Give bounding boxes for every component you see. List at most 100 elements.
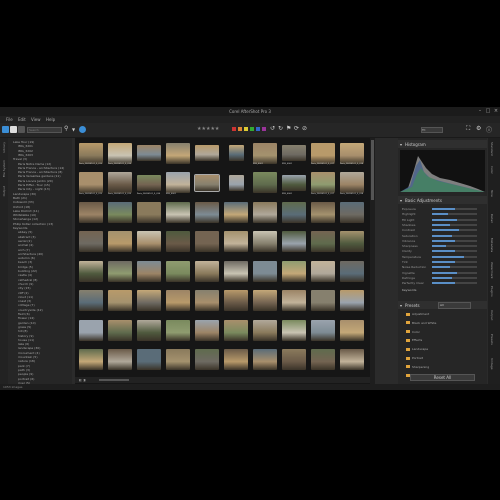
photo-thumbnail[interactable] xyxy=(137,174,161,191)
photo-thumbnail[interactable] xyxy=(108,260,132,282)
photo-thumbnail[interactable] xyxy=(108,231,132,252)
photo-thumbnail[interactable] xyxy=(311,201,335,223)
photo-thumbnail[interactable] xyxy=(340,172,364,193)
minimize-icon[interactable]: – xyxy=(476,108,484,114)
right-tab[interactable]: Presets xyxy=(490,334,494,345)
tab-output[interactable]: Output xyxy=(2,186,6,196)
photo-thumbnail[interactable] xyxy=(282,349,306,370)
adjustment-slider[interactable] xyxy=(432,229,477,232)
photo-thumbnail[interactable] xyxy=(340,349,364,370)
photo-thumbnail[interactable] xyxy=(166,172,190,193)
photo-thumbnail[interactable] xyxy=(79,201,103,223)
photo-thumbnail[interactable] xyxy=(108,319,132,341)
preset-folder[interactable]: Portrait xyxy=(406,356,423,360)
preset-folder[interactable]: Black and White xyxy=(406,321,436,325)
photo-thumbnail[interactable] xyxy=(253,260,277,282)
photo-thumbnail[interactable] xyxy=(253,319,277,341)
presets-header[interactable]: ▾ Presets All xyxy=(398,301,487,309)
adjustment-slider[interactable] xyxy=(432,208,477,210)
close-icon[interactable]: × xyxy=(492,108,500,114)
right-tab[interactable]: Standard xyxy=(490,142,494,156)
photo-thumbnail[interactable] xyxy=(228,145,244,161)
tab-file-system[interactable]: File System xyxy=(2,160,6,177)
zoom-select[interactable]: Fit xyxy=(421,127,443,133)
menu-edit[interactable]: Edit xyxy=(18,117,26,122)
photo-thumbnail[interactable] xyxy=(282,174,306,191)
photo-thumbnail[interactable] xyxy=(137,231,161,252)
photo-thumbnail[interactable] xyxy=(282,145,306,161)
preset-folder[interactable]: Sharpening xyxy=(406,365,429,369)
photo-thumbnail[interactable] xyxy=(311,172,335,193)
color-label-purple[interactable] xyxy=(262,127,266,131)
photo-thumbnail[interactable] xyxy=(194,173,220,192)
photo-thumbnail[interactable] xyxy=(253,142,277,164)
photo-thumbnail[interactable] xyxy=(311,142,335,164)
panel-splitter[interactable] xyxy=(375,138,395,384)
photo-thumbnail[interactable] xyxy=(137,145,161,161)
adjustment-slider[interactable] xyxy=(432,261,477,263)
right-tab[interactable]: Watermark xyxy=(490,262,494,279)
photo-thumbnail[interactable] xyxy=(108,142,132,164)
menu-help[interactable]: Help xyxy=(46,117,55,122)
photo-thumbnail[interactable] xyxy=(166,201,190,223)
photo-thumbnail[interactable] xyxy=(340,319,364,341)
adjustment-slider[interactable] xyxy=(432,245,477,248)
histogram-header[interactable]: ▾ Histogram xyxy=(398,140,487,148)
photo-thumbnail[interactable] xyxy=(311,290,335,311)
preset-folder[interactable]: Landscape xyxy=(406,347,428,351)
scrollbar-thumb[interactable] xyxy=(371,140,374,200)
search-input[interactable] xyxy=(27,127,62,133)
photo-thumbnail[interactable] xyxy=(282,319,306,341)
single-view-icon[interactable] xyxy=(10,126,17,133)
photo-thumbnail[interactable] xyxy=(108,172,132,193)
color-label-orange[interactable] xyxy=(238,127,242,131)
globe-icon[interactable] xyxy=(79,126,86,133)
adjustment-slider[interactable] xyxy=(432,239,477,242)
photo-thumbnail[interactable] xyxy=(166,290,190,311)
right-tab[interactable]: Color xyxy=(490,166,494,174)
rotate-left-icon[interactable]: ↺ xyxy=(270,125,275,132)
photo-thumbnail[interactable] xyxy=(166,142,190,164)
menu-file[interactable]: File xyxy=(6,117,13,122)
photo-thumbnail[interactable] xyxy=(79,231,103,252)
adjustment-slider[interactable] xyxy=(432,282,477,285)
right-tab[interactable]: Output xyxy=(490,310,494,320)
photo-thumbnail[interactable] xyxy=(282,260,306,282)
photo-thumbnail[interactable] xyxy=(282,290,306,311)
photo-thumbnail[interactable] xyxy=(195,290,219,311)
photo-thumbnail[interactable] xyxy=(137,349,161,370)
photo-thumbnail[interactable] xyxy=(224,231,248,252)
settings-icon[interactable]: ⚙ xyxy=(476,125,481,132)
photo-thumbnail[interactable] xyxy=(108,349,132,370)
menu-view[interactable]: View xyxy=(31,117,41,122)
preset-folder[interactable]: Adjustment xyxy=(406,312,429,316)
rotate-right-icon[interactable]: ↻ xyxy=(278,125,283,132)
color-label-green[interactable] xyxy=(250,127,254,131)
photo-thumbnail[interactable] xyxy=(224,319,248,341)
reset-all-button[interactable]: Reset All xyxy=(410,374,475,381)
photo-thumbnail[interactable] xyxy=(79,142,103,164)
adjustment-slider[interactable] xyxy=(432,276,477,279)
photo-thumbnail[interactable] xyxy=(282,201,306,223)
presets-select[interactable]: All xyxy=(438,302,471,309)
photo-thumbnail[interactable] xyxy=(79,260,103,282)
preset-folder[interactable]: Color xyxy=(406,330,420,334)
photo-thumbnail[interactable] xyxy=(340,142,364,164)
photo-thumbnail[interactable] xyxy=(253,201,277,223)
adjustment-slider[interactable] xyxy=(432,255,477,258)
adjustment-slider[interactable] xyxy=(432,234,477,237)
sort-icon[interactable]: ▼ xyxy=(72,127,75,132)
photo-thumbnail[interactable] xyxy=(166,231,190,252)
refresh-icon[interactable]: ⟳ xyxy=(294,125,299,132)
adjustment-slider[interactable] xyxy=(432,223,477,226)
photo-thumbnail[interactable] xyxy=(166,260,190,282)
fullscreen-icon[interactable]: ⛶ xyxy=(466,125,470,133)
photo-thumbnail[interactable] xyxy=(224,290,248,311)
photo-thumbnail[interactable] xyxy=(195,349,219,370)
photo-thumbnail[interactable] xyxy=(340,201,364,223)
photo-thumbnail[interactable] xyxy=(311,319,335,341)
filmstrip-toggle-icon[interactable]: ◧ ◨ xyxy=(79,378,86,382)
thumbnail-size-slider[interactable] xyxy=(99,379,129,381)
photo-thumbnail[interactable] xyxy=(253,290,277,311)
photo-thumbnail[interactable] xyxy=(340,260,364,282)
